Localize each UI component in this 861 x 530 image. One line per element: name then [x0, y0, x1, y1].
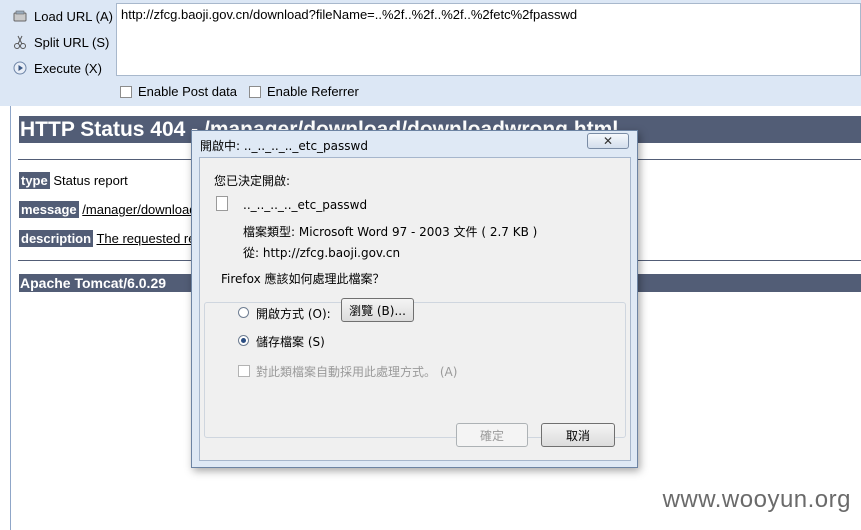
scissors-icon [12, 34, 28, 50]
description-row: description The requested res [19, 230, 202, 247]
save-file-radio[interactable] [238, 335, 249, 346]
split-url-label: Split URL (S) [34, 34, 110, 50]
description-value: The requested res [96, 231, 202, 246]
hackbar-toolbar: Load URL (A) Split URL (S) Execute (X) h… [0, 0, 861, 106]
enable-referrer-label: Enable Referrer [267, 84, 359, 99]
file-icon [216, 196, 228, 211]
browse-button[interactable]: 瀏覽 (B)... [341, 298, 414, 322]
execute-label: Execute (X) [34, 60, 102, 76]
content-border [10, 106, 11, 530]
open-with-radio[interactable] [238, 307, 249, 318]
type-row: type Status report [19, 172, 128, 189]
action-question: Firefox 應該如何處理此檔案？ [219, 270, 387, 287]
load-url-icon [12, 8, 28, 24]
message-key: message [19, 201, 79, 218]
auto-apply-label: 對此類檔案自動採用此處理方式。 (A) [256, 365, 458, 379]
opened-label: 您已決定開啟: [214, 174, 291, 188]
close-icon: ✕ [602, 134, 614, 148]
execute-button[interactable]: Execute (X) [12, 57, 102, 79]
type-value: Status report [53, 173, 128, 188]
file-source: 從: http://zfcg.baoji.gov.cn [243, 246, 401, 260]
open-with-label: 開啟方式 (O): [256, 307, 331, 321]
dialog-body: 您已決定開啟: .._.._.._.._etc_passwd 檔案類型: Mic… [199, 157, 631, 461]
save-file-label: 儲存檔案 (S) [256, 335, 325, 349]
enable-referrer-checkbox[interactable]: Enable Referrer [249, 84, 359, 99]
auto-apply-checkbox[interactable] [238, 365, 250, 377]
watermark: www.wooyun.org [662, 486, 851, 513]
enable-post-checkbox[interactable]: Enable Post data [120, 84, 237, 99]
split-url-button[interactable]: Split URL (S) [12, 31, 109, 53]
checkbox-box [249, 85, 261, 98]
url-input[interactable]: http://zfcg.baoji.gov.cn/download?fileNa… [116, 3, 861, 76]
file-type: 檔案類型: Microsoft Word 97 - 2003 文件 ( 2.7 … [243, 225, 538, 239]
description-key: description [19, 230, 94, 247]
download-dialog: 開啟中: .._.._.._.._etc_passwd ✕ 您已決定開啟: ..… [191, 130, 638, 468]
message-row: message /manager/download/ [19, 201, 201, 218]
load-url-button[interactable]: Load URL (A) [12, 5, 113, 27]
play-icon [12, 60, 28, 76]
message-value: /manager/download/ [82, 202, 201, 217]
cancel-button[interactable]: 取消 [541, 423, 615, 447]
dialog-title: 開啟中: .._.._.._.._etc_passwd [200, 139, 368, 153]
load-url-label: Load URL (A) [34, 8, 113, 24]
close-button[interactable]: ✕ [587, 133, 629, 149]
checkbox-box [120, 85, 132, 98]
file-name: .._.._.._.._etc_passwd [243, 198, 368, 212]
type-key: type [19, 172, 50, 189]
ok-button[interactable]: 確定 [456, 423, 528, 447]
enable-post-label: Enable Post data [138, 84, 238, 99]
